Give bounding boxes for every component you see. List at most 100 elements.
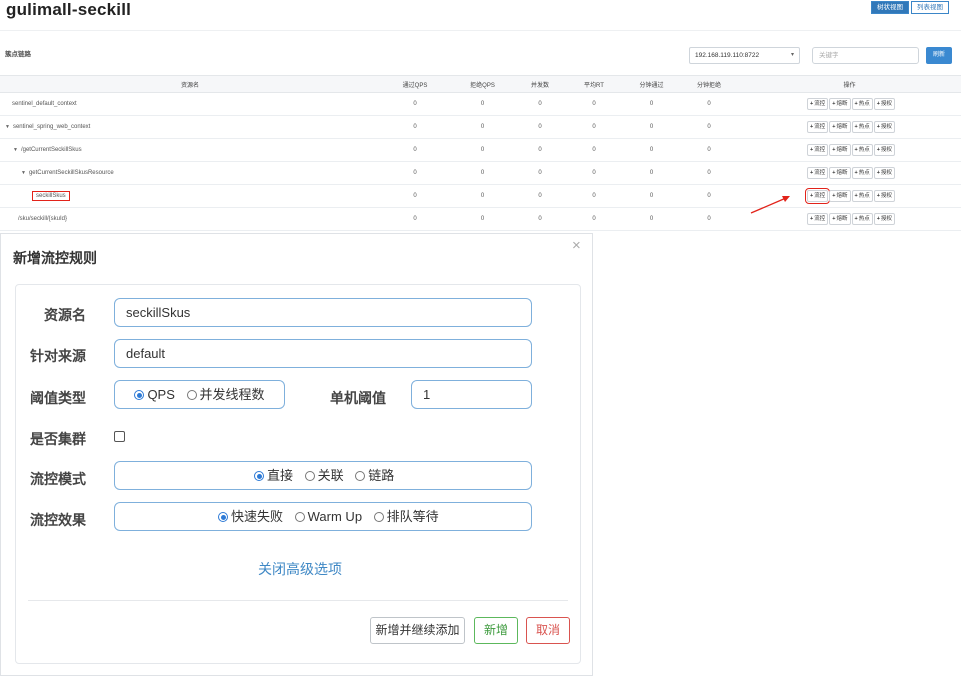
metric-cell: 0	[380, 184, 450, 208]
plus-icon: +	[876, 147, 880, 153]
metric-cell: 0	[380, 161, 450, 185]
resource-name[interactable]: sentinel_spring_web_context	[13, 124, 90, 130]
radio-checked-icon	[134, 390, 145, 400]
resource-name[interactable]: sentinel_default_context	[12, 101, 77, 107]
plus-icon: +	[854, 101, 858, 107]
resource-input[interactable]: seckillSkus	[114, 298, 532, 327]
table-row[interactable]: seckillSkus 0 0 0 0 0 0 +流控 +熔断 +热点 +授权	[0, 184, 961, 208]
col-header: 拒绝QPS	[450, 75, 515, 93]
origin-label: 针对来源	[30, 348, 86, 364]
radio-queue[interactable]: 排队等待	[373, 509, 439, 524]
table-row[interactable]: /sku/seckill/{skuId} 0 0 0 0 0 0 +流控 +熔断 +热点 +授权	[0, 207, 961, 231]
op-button[interactable]: +熔断	[829, 167, 851, 179]
table-row[interactable]: ▼ sentinel_spring_web_context 0 0 0 0 0 0 +流控 +熔断…	[0, 115, 961, 139]
tree-view-button[interactable]: 树状视图	[871, 1, 909, 14]
effect-group: 快速失败 Warm Up 排队等待	[114, 502, 532, 531]
op-button[interactable]: +授权	[873, 167, 895, 179]
expand-toggle-icon[interactable]: ▼	[21, 170, 26, 176]
threshold-input[interactable]: 1	[411, 380, 532, 409]
metric-cell: 0	[623, 92, 680, 116]
plus-icon: +	[854, 124, 858, 130]
radio-chain[interactable]: 链路	[355, 468, 394, 483]
resource-name[interactable]: getCurrentSeckillSkusResource	[29, 170, 114, 176]
op-button[interactable]: +授权	[873, 144, 895, 156]
machine-select[interactable]: 192.168.119.110:8722 ▾	[689, 47, 800, 64]
radio-unchecked-icon	[355, 471, 366, 481]
search-input[interactable]: 关键字	[812, 47, 919, 64]
cluster-checkbox[interactable]	[114, 431, 125, 442]
radio-warm-up[interactable]: Warm Up	[294, 509, 362, 524]
radio-qps[interactable]: QPS	[134, 387, 175, 402]
metric-cell: 0	[680, 161, 738, 185]
op-label: 流控	[814, 124, 826, 130]
resource-name[interactable]: /sku/seckill/{skuId}	[18, 216, 67, 222]
origin-input[interactable]: default	[114, 339, 532, 368]
op-button[interactable]: +热点	[851, 167, 873, 179]
op-label: 授权	[880, 147, 892, 153]
op-button[interactable]: +授权	[873, 121, 895, 133]
metric-cell: 0	[515, 138, 565, 162]
resource-name[interactable]: seckillSkus	[32, 191, 70, 201]
radio-threads[interactable]: 并发线程数	[186, 387, 265, 402]
op-button[interactable]: +授权	[873, 213, 895, 225]
plus-icon: +	[832, 147, 836, 153]
op-button[interactable]: +熔断	[829, 190, 851, 202]
actions-cell: +流控 +熔断 +热点 +授权	[738, 161, 961, 185]
op-button[interactable]: +流控	[807, 144, 829, 156]
op-button[interactable]: +熔断	[829, 121, 851, 133]
op-button[interactable]: +流控	[807, 98, 829, 110]
plus-icon: +	[832, 124, 836, 130]
op-button[interactable]: +热点	[851, 121, 873, 133]
plus-icon: +	[810, 147, 814, 153]
toggle-advanced-link[interactable]: 关闭高级选项	[258, 559, 342, 579]
op-label: 熔断	[836, 147, 848, 153]
resource-name-cell: sentinel_default_context	[0, 92, 380, 116]
list-view-button[interactable]: 列表视图	[911, 1, 949, 14]
metric-cell: 0	[380, 115, 450, 139]
radio-direct[interactable]: 直接	[254, 468, 293, 483]
metric-cell: 0	[450, 161, 515, 185]
op-button[interactable]: +热点	[851, 144, 873, 156]
op-button[interactable]: +流控	[805, 188, 831, 204]
op-button[interactable]: +热点	[851, 98, 873, 110]
radio-relate[interactable]: 关联	[304, 468, 344, 483]
op-button[interactable]: +授权	[873, 98, 895, 110]
op-button[interactable]: +授权	[873, 190, 895, 202]
expand-toggle-icon[interactable]: ▼	[13, 147, 18, 153]
metric-cell: 0	[450, 184, 515, 208]
metric-cell: 0	[680, 207, 738, 231]
op-button[interactable]: +流控	[807, 167, 829, 179]
refresh-button[interactable]: 刷新	[926, 47, 952, 64]
plus-icon: +	[810, 170, 814, 176]
op-button[interactable]: +流控	[807, 121, 829, 133]
op-button[interactable]: +熔断	[829, 144, 851, 156]
expand-toggle-icon[interactable]: ▼	[5, 124, 10, 130]
table-row[interactable]: sentinel_default_context 0 0 0 0 0 0 +流控 +熔断 +热点 +…	[0, 92, 961, 116]
resource-name[interactable]: /getCurrentSeckillSkus	[21, 147, 82, 153]
op-button[interactable]: +热点	[851, 213, 873, 225]
op-label: 授权	[880, 101, 892, 107]
actions-cell: +流控 +熔断 +热点 +授权	[738, 115, 961, 139]
op-label: 流控	[814, 216, 826, 222]
machine-value: 192.168.119.110:8722	[695, 52, 760, 59]
op-label: 授权	[880, 124, 892, 130]
op-label: 熔断	[836, 124, 848, 130]
col-header: 操作	[738, 75, 961, 93]
metric-cell: 0	[623, 207, 680, 231]
add-and-continue-button[interactable]: 新增并继续添加	[370, 617, 465, 644]
metric-cell: 0	[680, 138, 738, 162]
op-label: 授权	[880, 193, 892, 199]
op-button[interactable]: +流控	[807, 213, 829, 225]
mode-group: 直接 关联 链路	[114, 461, 532, 490]
op-button[interactable]: +熔断	[829, 98, 851, 110]
table-row[interactable]: ▼/getCurrentSeckillSkus 0 0 0 0 0 0 +流控 +熔断 +热点 +授…	[0, 138, 961, 162]
op-button[interactable]: +熔断	[829, 213, 851, 225]
annotation-arrow-icon	[750, 196, 790, 214]
cancel-button[interactable]: 取消	[526, 617, 570, 644]
close-icon[interactable]: ×	[572, 237, 581, 254]
table-row[interactable]: ▼ getCurrentSeckillSkusResource 0 0 0 0 0 0 +流控 +…	[0, 161, 961, 185]
add-button[interactable]: 新增	[474, 617, 518, 644]
radio-fail-fast[interactable]: 快速失败	[218, 509, 283, 524]
plus-icon: +	[876, 170, 880, 176]
op-button[interactable]: +热点	[851, 190, 873, 202]
